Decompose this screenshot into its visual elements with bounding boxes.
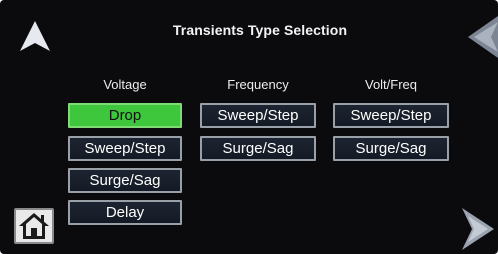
frequency-sweep-step-button[interactable]: Sweep/Step [200,103,316,128]
voltfreq-surge-sag-button[interactable]: Surge/Sag [333,136,449,161]
voltage-surge-sag-button[interactable]: Surge/Sag [68,168,182,193]
voltfreq-header: Volt/Freq [364,77,418,92]
right-arrow-icon [462,208,494,250]
right-arrow-button[interactable] [458,206,498,252]
home-button[interactable] [14,208,54,244]
voltage-sweep-step-button[interactable]: Sweep/Step [68,136,182,161]
transients-screen: Transients Type Selection Voltage Freque… [0,0,498,254]
voltage-header: Voltage [103,77,147,92]
voltfreq-sweep-step-button[interactable]: Sweep/Step [333,103,449,128]
frequency-surge-sag-button[interactable]: Surge/Sag [200,136,316,161]
left-arrow-icon [468,16,498,58]
voltage-drop-button[interactable]: Drop [68,103,182,128]
left-arrow-button[interactable] [466,14,498,60]
voltage-delay-button[interactable]: Delay [68,200,182,225]
page-title: Transients Type Selection [172,22,348,38]
frequency-header: Frequency [227,77,289,92]
home-icon [19,213,49,239]
